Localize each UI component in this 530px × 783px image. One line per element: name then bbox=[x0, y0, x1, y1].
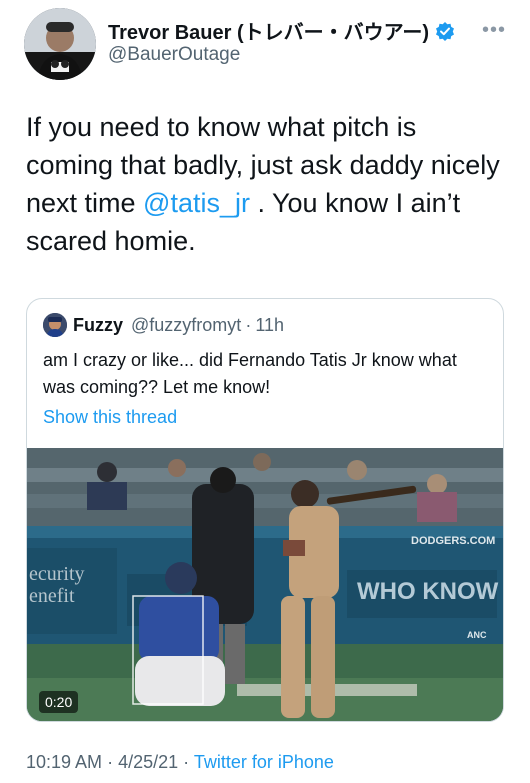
profile-photo bbox=[43, 313, 67, 337]
svg-text:ecurity: ecurity bbox=[29, 563, 85, 585]
profile-photo bbox=[24, 8, 96, 80]
quoted-time[interactable]: 11h bbox=[255, 315, 284, 336]
quoted-handle[interactable]: @fuzzyfromyt bbox=[131, 315, 241, 336]
dot-separator: · bbox=[245, 315, 252, 335]
verified-badge-icon bbox=[435, 21, 455, 41]
quoted-header: Fuzzy @fuzzyfromyt · 11h bbox=[73, 315, 284, 336]
author-handle[interactable]: @BauerOutage bbox=[108, 44, 240, 66]
author-avatar[interactable] bbox=[24, 8, 96, 80]
video-frame: ecurity enefit WHO KNOW DODGERS.COM ANC bbox=[27, 448, 503, 721]
quoted-text: am I crazy or like... did Fernando Tatis… bbox=[43, 350, 457, 397]
author-display-name[interactable]: Trevor Bauer (トレバー・バウアー) bbox=[108, 16, 429, 45]
tweet-date[interactable]: 4/25/21 bbox=[118, 752, 178, 772]
svg-text:DODGERS.COM: DODGERS.COM bbox=[411, 535, 495, 547]
svg-text:enefit: enefit bbox=[29, 585, 75, 607]
ellipsis-icon[interactable]: ••• bbox=[482, 20, 506, 40]
author-name-row[interactable]: Trevor Bauer (トレバー・バウアー) bbox=[108, 16, 455, 45]
dot-separator: · bbox=[183, 752, 190, 772]
video-duration-badge: 0:20 bbox=[39, 691, 79, 713]
svg-text:WHO KNOW: WHO KNOW bbox=[357, 578, 499, 605]
quoted-author-avatar[interactable] bbox=[43, 313, 67, 337]
video-player[interactable]: ecurity enefit WHO KNOW DODGERS.COM ANC … bbox=[27, 448, 503, 721]
quoted-tweet-card[interactable]: Fuzzy @fuzzyfromyt · 11h am I crazy or l… bbox=[26, 298, 504, 722]
quoted-display-name[interactable]: Fuzzy bbox=[73, 315, 123, 336]
tweet-time[interactable]: 10:19 AM bbox=[26, 752, 102, 772]
tweet-source-link[interactable]: Twitter for iPhone bbox=[194, 752, 334, 772]
show-thread-link[interactable]: Show this thread bbox=[43, 407, 177, 428]
tweet-text: If you need to know what pitch is coming… bbox=[26, 108, 506, 260]
svg-text:ANC: ANC bbox=[467, 630, 487, 640]
tweet-timestamp: 10:19 AM · 4/25/21 · Twitter for iPhone bbox=[26, 752, 334, 773]
mention-link[interactable]: @tatis_jr bbox=[143, 188, 250, 218]
dot-separator: · bbox=[107, 752, 114, 772]
